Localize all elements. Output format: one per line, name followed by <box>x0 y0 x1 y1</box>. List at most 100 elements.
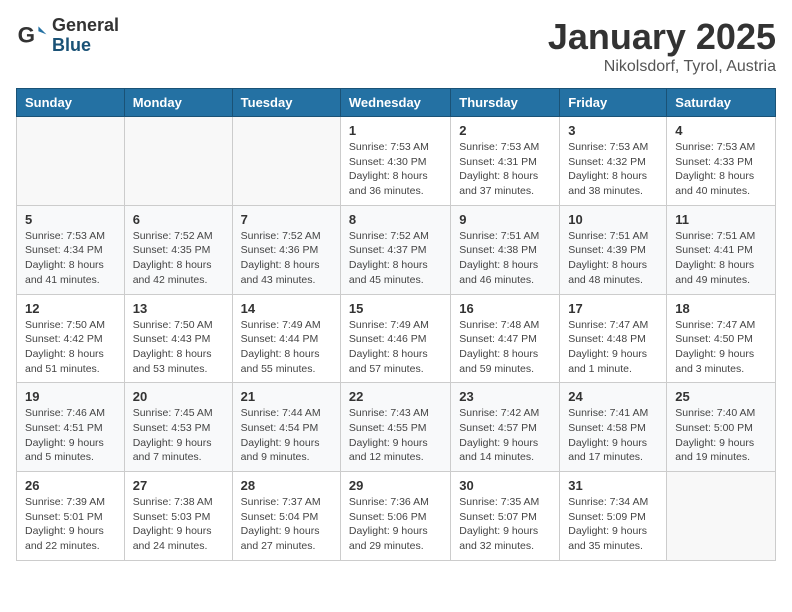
day-number: 12 <box>25 301 116 316</box>
day-cell: 8 Sunrise: 7:52 AM Sunset: 4:37 PM Daylig… <box>340 205 450 294</box>
day-cell: 16 Sunrise: 7:48 AM Sunset: 4:47 PM Dayli… <box>451 294 560 383</box>
day-number: 26 <box>25 478 116 493</box>
day-number: 1 <box>349 123 442 138</box>
day-info: Sunrise: 7:37 AM Sunset: 5:04 PM Dayligh… <box>241 495 332 554</box>
logo-general-text: General <box>52 16 119 36</box>
logo-blue-text: Blue <box>52 36 119 56</box>
day-info: Sunrise: 7:50 AM Sunset: 4:43 PM Dayligh… <box>133 318 224 377</box>
header-cell-friday: Friday <box>560 89 667 117</box>
day-cell: 22Sunrise: 7:43 AM Sunset: 4:55 PM Dayli… <box>340 383 450 472</box>
day-cell <box>124 117 232 206</box>
day-number: 4 <box>675 123 767 138</box>
day-cell: 23 Sunrise: 7:42 AM Sunset: 4:57 PM Dayli… <box>451 383 560 472</box>
day-number: 13 <box>133 301 224 316</box>
day-number: 3 <box>568 123 658 138</box>
calendar-subtitle: Nikolsdorf, Tyrol, Austria <box>548 58 776 76</box>
header-cell-saturday: Saturday <box>667 89 776 117</box>
day-cell <box>17 117 125 206</box>
day-cell: 27 Sunrise: 7:38 AM Sunset: 5:03 PM Dayli… <box>124 472 232 561</box>
day-cell: 19Sunrise: 7:46 AM Sunset: 4:51 PM Dayli… <box>17 383 125 472</box>
svg-text:G: G <box>18 22 35 47</box>
week-row-4: 19Sunrise: 7:46 AM Sunset: 4:51 PM Dayli… <box>17 383 776 472</box>
day-cell: 13 Sunrise: 7:50 AM Sunset: 4:43 PM Dayli… <box>124 294 232 383</box>
day-info: Sunrise: 7:38 AM Sunset: 5:03 PM Dayligh… <box>133 495 224 554</box>
day-info: Sunrise: 7:53 AM Sunset: 4:34 PM Dayligh… <box>25 229 116 288</box>
day-cell: 25Sunrise: 7:40 AM Sunset: 5:00 PM Dayli… <box>667 383 776 472</box>
day-cell: 11Sunrise: 7:51 AM Sunset: 4:41 PM Dayli… <box>667 205 776 294</box>
title-block: January 2025 Nikolsdorf, Tyrol, Austria <box>548 16 776 76</box>
day-cell: 3 Sunrise: 7:53 AM Sunset: 4:32 PM Daylig… <box>560 117 667 206</box>
header-row: SundayMondayTuesdayWednesdayThursdayFrid… <box>17 89 776 117</box>
day-info: Sunrise: 7:51 AM Sunset: 4:38 PM Dayligh… <box>459 229 551 288</box>
day-cell: 24Sunrise: 7:41 AM Sunset: 4:58 PM Dayli… <box>560 383 667 472</box>
day-info: Sunrise: 7:53 AM Sunset: 4:30 PM Dayligh… <box>349 140 442 199</box>
day-info: Sunrise: 7:53 AM Sunset: 4:31 PM Dayligh… <box>459 140 551 199</box>
day-info: Sunrise: 7:46 AM Sunset: 4:51 PM Dayligh… <box>25 406 116 465</box>
day-info: Sunrise: 7:52 AM Sunset: 4:36 PM Dayligh… <box>241 229 332 288</box>
day-number: 17 <box>568 301 658 316</box>
day-cell: 29 Sunrise: 7:36 AM Sunset: 5:06 PM Dayli… <box>340 472 450 561</box>
day-cell: 1 Sunrise: 7:53 AM Sunset: 4:30 PM Daylig… <box>340 117 450 206</box>
calendar-body: 1 Sunrise: 7:53 AM Sunset: 4:30 PM Daylig… <box>17 117 776 561</box>
day-cell: 17Sunrise: 7:47 AM Sunset: 4:48 PM Dayli… <box>560 294 667 383</box>
day-number: 10 <box>568 212 658 227</box>
day-info: Sunrise: 7:47 AM Sunset: 4:50 PM Dayligh… <box>675 318 767 377</box>
day-cell: 31Sunrise: 7:34 AM Sunset: 5:09 PM Dayli… <box>560 472 667 561</box>
day-number: 30 <box>459 478 551 493</box>
day-number: 9 <box>459 212 551 227</box>
day-number: 7 <box>241 212 332 227</box>
day-cell: 7 Sunrise: 7:52 AM Sunset: 4:36 PM Daylig… <box>232 205 340 294</box>
header-cell-thursday: Thursday <box>451 89 560 117</box>
day-info: Sunrise: 7:51 AM Sunset: 4:39 PM Dayligh… <box>568 229 658 288</box>
day-number: 29 <box>349 478 442 493</box>
day-cell: 5 Sunrise: 7:53 AM Sunset: 4:34 PM Daylig… <box>17 205 125 294</box>
day-info: Sunrise: 7:53 AM Sunset: 4:33 PM Dayligh… <box>675 140 767 199</box>
day-number: 21 <box>241 389 332 404</box>
page-header: G General Blue January 2025 Nikolsdorf, … <box>16 16 776 76</box>
day-number: 27 <box>133 478 224 493</box>
day-number: 16 <box>459 301 551 316</box>
day-number: 6 <box>133 212 224 227</box>
calendar-table: SundayMondayTuesdayWednesdayThursdayFrid… <box>16 88 776 561</box>
day-cell: 6 Sunrise: 7:52 AM Sunset: 4:35 PM Daylig… <box>124 205 232 294</box>
day-number: 5 <box>25 212 116 227</box>
day-info: Sunrise: 7:40 AM Sunset: 5:00 PM Dayligh… <box>675 406 767 465</box>
day-info: Sunrise: 7:48 AM Sunset: 4:47 PM Dayligh… <box>459 318 551 377</box>
day-info: Sunrise: 7:52 AM Sunset: 4:37 PM Dayligh… <box>349 229 442 288</box>
day-number: 24 <box>568 389 658 404</box>
day-info: Sunrise: 7:49 AM Sunset: 4:46 PM Dayligh… <box>349 318 442 377</box>
day-info: Sunrise: 7:52 AM Sunset: 4:35 PM Dayligh… <box>133 229 224 288</box>
day-cell: 30Sunrise: 7:35 AM Sunset: 5:07 PM Dayli… <box>451 472 560 561</box>
day-number: 2 <box>459 123 551 138</box>
day-number: 22 <box>349 389 442 404</box>
week-row-3: 12 Sunrise: 7:50 AM Sunset: 4:42 PM Dayli… <box>17 294 776 383</box>
day-number: 14 <box>241 301 332 316</box>
day-cell: 21 Sunrise: 7:44 AM Sunset: 4:54 PM Dayli… <box>232 383 340 472</box>
day-cell: 9 Sunrise: 7:51 AM Sunset: 4:38 PM Daylig… <box>451 205 560 294</box>
calendar-title: January 2025 <box>548 16 776 58</box>
day-cell: 12 Sunrise: 7:50 AM Sunset: 4:42 PM Dayli… <box>17 294 125 383</box>
day-number: 15 <box>349 301 442 316</box>
day-info: Sunrise: 7:50 AM Sunset: 4:42 PM Dayligh… <box>25 318 116 377</box>
header-cell-monday: Monday <box>124 89 232 117</box>
day-info: Sunrise: 7:49 AM Sunset: 4:44 PM Dayligh… <box>241 318 332 377</box>
day-info: Sunrise: 7:42 AM Sunset: 4:57 PM Dayligh… <box>459 406 551 465</box>
header-cell-tuesday: Tuesday <box>232 89 340 117</box>
day-info: Sunrise: 7:53 AM Sunset: 4:32 PM Dayligh… <box>568 140 658 199</box>
logo: G General Blue <box>16 16 119 56</box>
logo-icon: G <box>16 20 48 52</box>
day-cell: 14 Sunrise: 7:49 AM Sunset: 4:44 PM Dayli… <box>232 294 340 383</box>
day-info: Sunrise: 7:39 AM Sunset: 5:01 PM Dayligh… <box>25 495 116 554</box>
day-info: Sunrise: 7:36 AM Sunset: 5:06 PM Dayligh… <box>349 495 442 554</box>
day-info: Sunrise: 7:34 AM Sunset: 5:09 PM Dayligh… <box>568 495 658 554</box>
day-number: 28 <box>241 478 332 493</box>
day-number: 8 <box>349 212 442 227</box>
day-info: Sunrise: 7:45 AM Sunset: 4:53 PM Dayligh… <box>133 406 224 465</box>
week-row-2: 5 Sunrise: 7:53 AM Sunset: 4:34 PM Daylig… <box>17 205 776 294</box>
day-cell: 4 Sunrise: 7:53 AM Sunset: 4:33 PM Daylig… <box>667 117 776 206</box>
day-cell: 18 Sunrise: 7:47 AM Sunset: 4:50 PM Dayli… <box>667 294 776 383</box>
day-info: Sunrise: 7:44 AM Sunset: 4:54 PM Dayligh… <box>241 406 332 465</box>
day-cell: 15 Sunrise: 7:49 AM Sunset: 4:46 PM Dayli… <box>340 294 450 383</box>
day-number: 18 <box>675 301 767 316</box>
day-number: 23 <box>459 389 551 404</box>
